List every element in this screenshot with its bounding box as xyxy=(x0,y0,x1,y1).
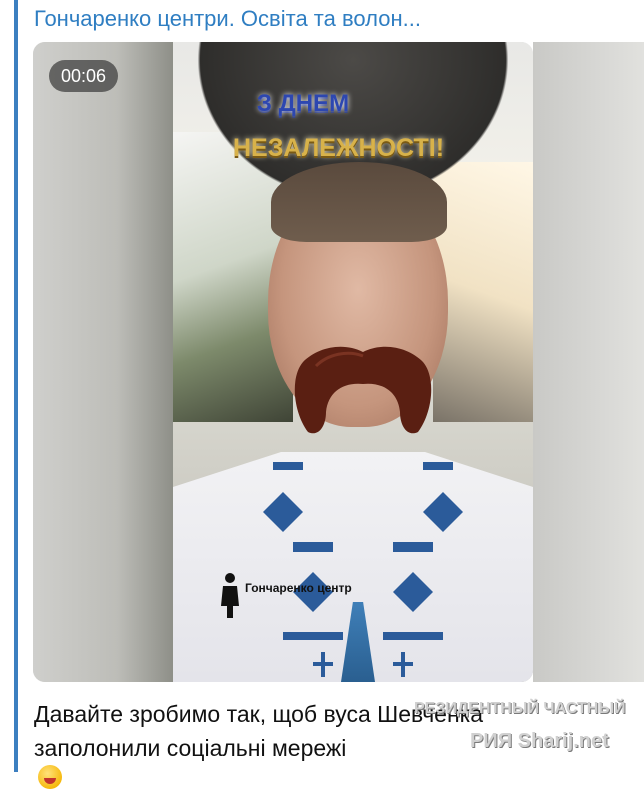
mustache-filter xyxy=(294,346,432,434)
video-frame[interactable]: З ДНЕМ НЕЗАЛЕЖНОСТІ! Гончаренко центр xyxy=(173,42,533,682)
video-overlay-independence: НЕЗАЛЕЖНОСТІ! xyxy=(233,134,445,162)
message-accent-bar xyxy=(14,0,18,772)
cossack-figure-icon xyxy=(221,573,239,618)
watermark-line-2: РИЯ Sharij.net xyxy=(470,730,609,752)
person-hair xyxy=(271,162,447,242)
watermark-line-1: РЕЗИДЕНТНЫЙ ЧАСТНЫЙ xyxy=(414,700,626,717)
video-blurred-background-right xyxy=(533,42,644,682)
goncharenko-center-logo: Гончаренко центр xyxy=(219,572,352,620)
sharij-watermark: РЕЗИДЕНТНЫЙ ЧАСТНЫЙ РИЯ Sharij.net xyxy=(414,700,644,770)
channel-title[interactable]: Гончаренко центри. Освіта та волон... xyxy=(34,4,421,34)
video-duration-badge: 00:06 xyxy=(49,60,119,92)
video-blurred-background-left xyxy=(33,42,173,682)
face-with-tongue-emoji-icon xyxy=(38,765,62,789)
caption-line-2-text: заполонили соціальні мережі xyxy=(34,735,347,761)
logo-name: Гончаренко центр xyxy=(245,581,352,595)
video-overlay-greeting: З ДНЕМ xyxy=(256,90,350,117)
video-message[interactable]: З ДНЕМ НЕЗАЛЕЖНОСТІ! Гончаренко центр 00… xyxy=(33,42,533,682)
